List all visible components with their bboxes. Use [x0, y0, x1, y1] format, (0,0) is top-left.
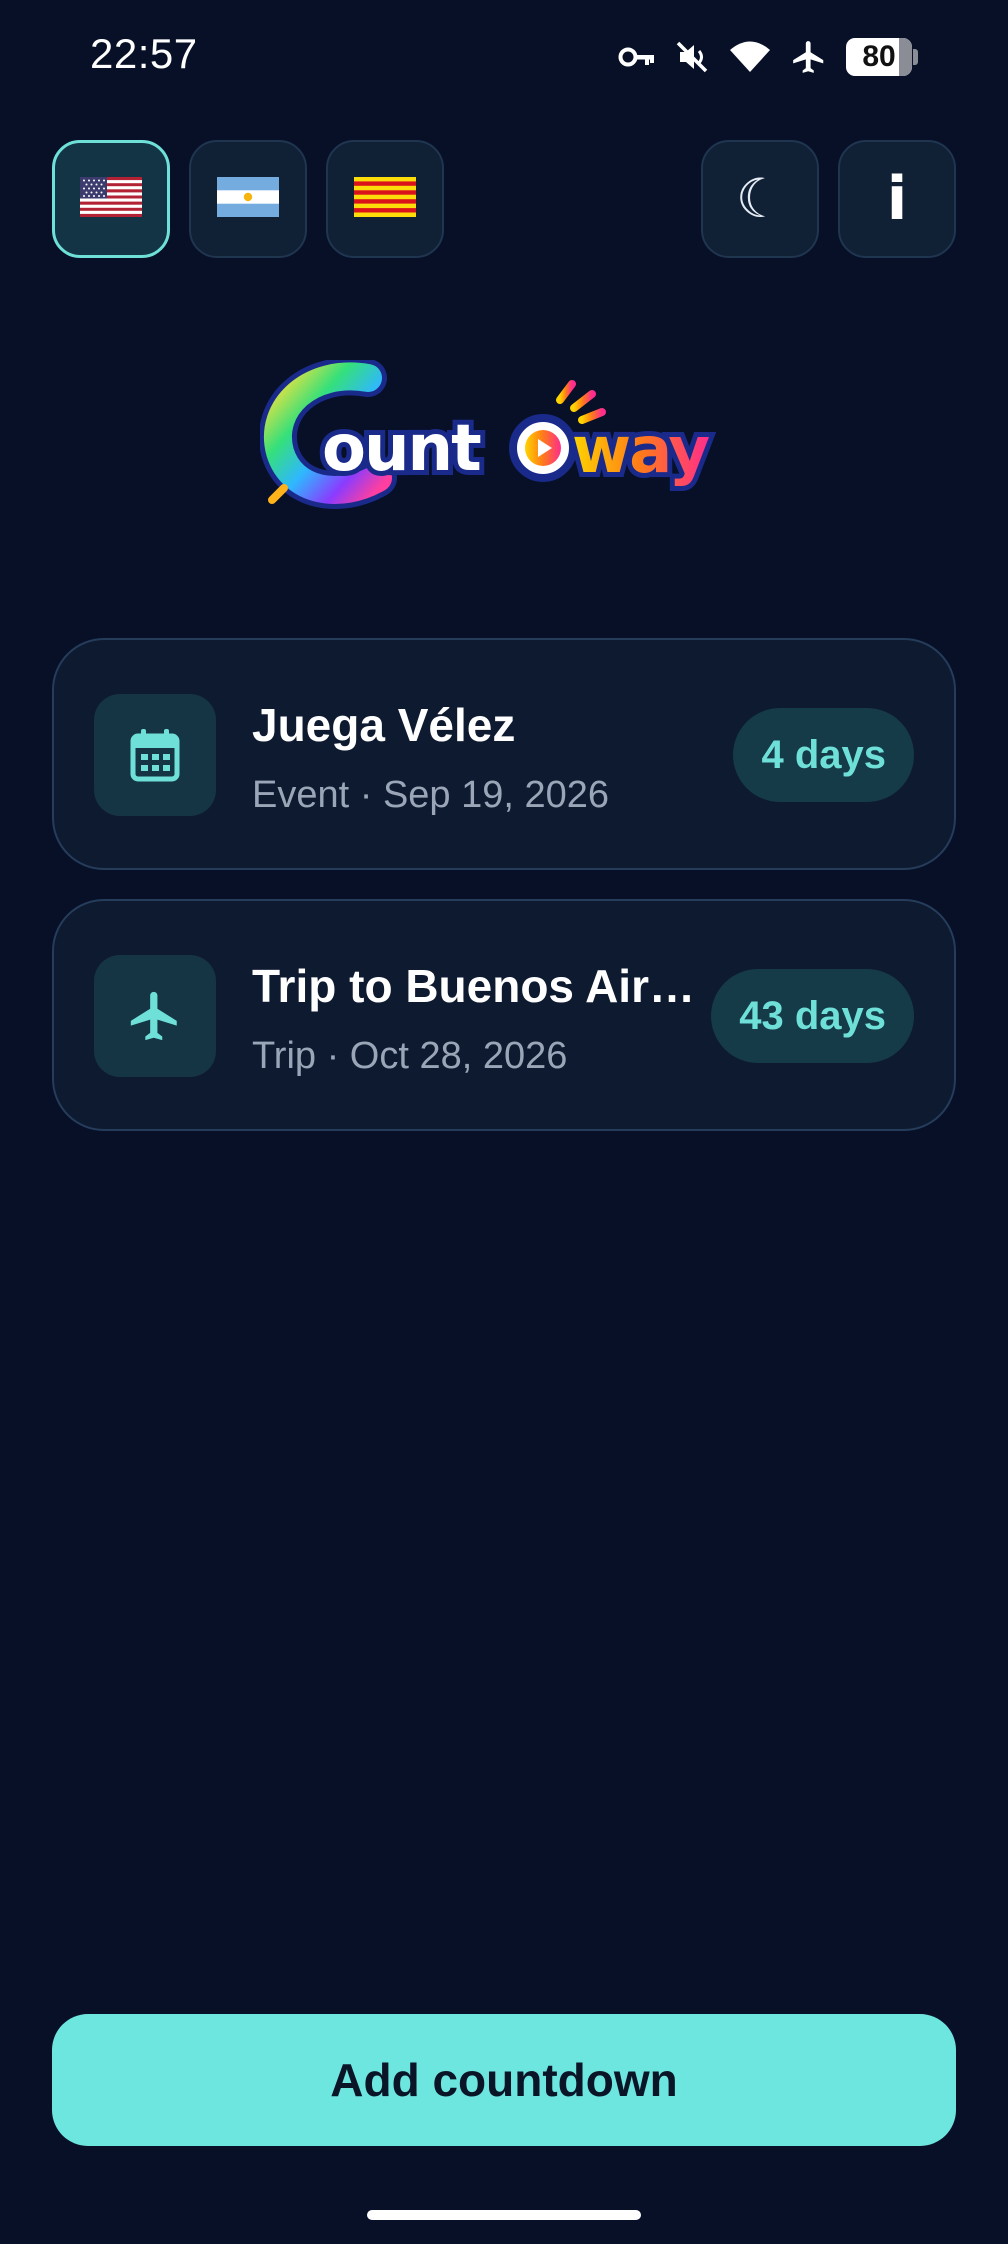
status-time: 22:57 [90, 30, 198, 77]
status-icons: 80 [618, 34, 918, 80]
us-flag-icon [80, 176, 142, 222]
countdown-subtitle: Trip · Oct 28, 2026 [252, 1035, 568, 1077]
mute-icon [674, 39, 710, 75]
argentina-flag-icon [217, 176, 279, 222]
home-indicator[interactable] [367, 2210, 641, 2220]
wifi-icon [728, 39, 772, 75]
add-countdown-button[interactable]: Add countdown [52, 2014, 956, 2146]
battery-level: 80 [862, 40, 896, 73]
svg-text:ount: ount [322, 412, 481, 486]
top-toolbar: ☾ i [52, 140, 956, 260]
language-english-button[interactable] [52, 140, 170, 258]
app-logo: ount way [259, 357, 748, 510]
countdown-title: Juega Vélez [252, 699, 516, 751]
moon-icon: ☾ [735, 169, 785, 229]
calendar-icon [94, 694, 216, 816]
days-remaining-badge: 43 days [711, 969, 914, 1063]
countdown-card[interactable]: Trip to Buenos Air… Trip · Oct 28, 2026 … [52, 899, 956, 1131]
language-spanish-argentina-button[interactable] [189, 140, 307, 258]
countdown-card[interactable]: Juega Vélez Event · Sep 19, 2026 4 days [52, 638, 956, 870]
info-icon: i [886, 164, 908, 234]
battery-icon: 80 [846, 37, 918, 77]
status-bar: 22:57 80 [0, 0, 1008, 110]
airplane-mode-icon [790, 38, 828, 76]
airplane-icon [94, 955, 216, 1077]
catalonia-flag-icon [354, 176, 416, 222]
theme-toggle-button[interactable]: ☾ [701, 140, 819, 258]
countdown-title: Trip to Buenos Air… [252, 960, 695, 1012]
vpn-key-icon [618, 45, 656, 69]
days-remaining-badge: 4 days [733, 708, 914, 802]
svg-text:way: way [572, 414, 709, 488]
info-button[interactable]: i [838, 140, 956, 258]
countdown-subtitle: Event · Sep 19, 2026 [252, 774, 610, 816]
language-catalan-button[interactable] [326, 140, 444, 258]
